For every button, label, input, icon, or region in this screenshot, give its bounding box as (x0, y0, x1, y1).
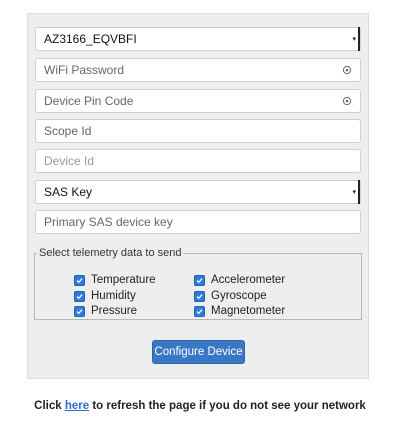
eye-icon[interactable] (342, 65, 352, 75)
checkbox-checked-icon[interactable] (194, 305, 205, 317)
auth-type-value: SAS Key (44, 185, 93, 199)
checkbox-accelerometer[interactable]: Accelerometer (194, 274, 285, 286)
checkbox-label: Accelerometer (211, 274, 286, 286)
checkbox-magnetometer[interactable]: Magnetometer (194, 305, 285, 317)
refresh-hint: Click here to refresh the page if you do… (0, 400, 400, 412)
chevron-down-icon: ▾ (352, 188, 356, 196)
network-select-value: AZ3166_EQVBFI (44, 32, 137, 46)
checkbox-label: Temperature (91, 274, 156, 286)
checkbox-label: Magnetometer (211, 305, 286, 317)
telemetry-legend: Select telemetry data to send (39, 247, 182, 259)
checkbox-gyroscope[interactable]: Gyroscope (194, 290, 267, 302)
checkbox-humidity[interactable]: Humidity (74, 290, 136, 302)
checkbox-label: Gyroscope (211, 290, 267, 302)
sas-key-input[interactable] (44, 215, 352, 229)
wifi-password-field[interactable] (35, 58, 361, 82)
checkbox-checked-icon[interactable] (74, 290, 85, 302)
device-pin-input[interactable] (44, 94, 342, 108)
checkbox-checked-icon[interactable] (194, 290, 205, 302)
checkbox-checked-icon[interactable] (194, 274, 205, 286)
select-caret: ▾ (352, 180, 360, 204)
checkbox-label: Pressure (91, 305, 138, 317)
sas-key-field[interactable] (35, 210, 361, 234)
checkbox-pressure[interactable]: Pressure (74, 305, 137, 317)
wifi-password-input[interactable] (44, 63, 342, 77)
auth-type-select[interactable]: SAS Key ▾ (35, 180, 361, 204)
checkbox-temperature[interactable]: Temperature (74, 274, 156, 286)
select-caret: ▾ (352, 27, 360, 51)
device-id-input[interactable] (44, 154, 352, 168)
network-select[interactable]: AZ3166_EQVBFI ▾ (35, 27, 361, 51)
configure-device-button[interactable]: Configure Device (152, 340, 245, 364)
scope-id-field[interactable] (35, 119, 361, 143)
device-id-field[interactable] (35, 149, 361, 173)
chevron-down-icon: ▾ (352, 35, 356, 43)
checkbox-checked-icon[interactable] (74, 305, 85, 317)
refresh-link[interactable]: here (65, 400, 89, 412)
eye-icon[interactable] (342, 96, 352, 106)
footer-prefix: Click (34, 400, 65, 412)
telemetry-fieldset: Select telemetry data to send Temperatur… (34, 247, 362, 320)
checkbox-label: Humidity (91, 290, 136, 302)
footer-suffix: to refresh the page if you do not see yo… (89, 400, 366, 412)
checkbox-checked-icon[interactable] (74, 274, 85, 286)
config-card: AZ3166_EQVBFI ▾ SAS Key ▾ (27, 13, 369, 379)
scope-id-input[interactable] (44, 124, 352, 138)
device-pin-field[interactable] (35, 89, 361, 113)
